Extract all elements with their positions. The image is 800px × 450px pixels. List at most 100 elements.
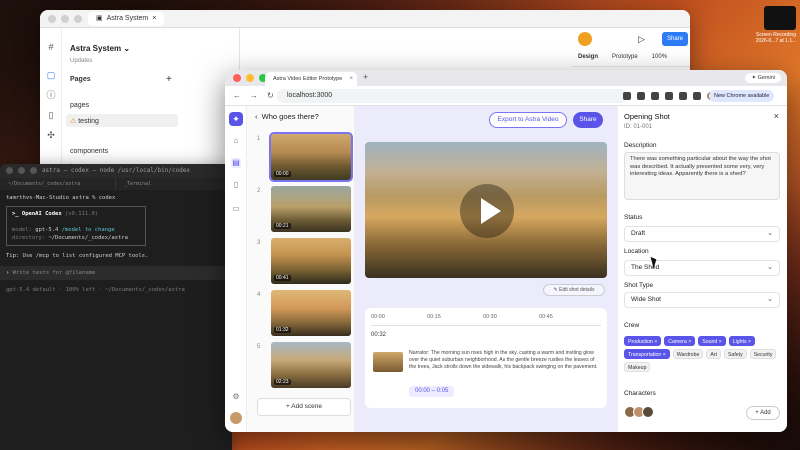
extension-icon[interactable]	[623, 92, 631, 100]
reload-icon[interactable]: ↻	[267, 91, 274, 100]
settings-icon[interactable]: ⚙	[231, 392, 241, 402]
crew-chip[interactable]: Production ×	[624, 336, 662, 346]
crew-chip[interactable]: Art	[706, 349, 721, 359]
desktop-file-label: Screen Recording 2026-0...7 at 1.1...	[755, 32, 797, 44]
gemini-button[interactable]: ✦ Gemini	[745, 73, 781, 83]
project-name[interactable]: Astra System ⌄	[70, 44, 130, 53]
crew-chip[interactable]: Wardrobe	[672, 349, 704, 359]
crew-label: Crew	[624, 322, 640, 329]
play-button[interactable]	[460, 184, 514, 238]
film-icon[interactable]: ▤	[231, 158, 241, 168]
scene-item[interactable]: 4 01:32	[251, 290, 351, 338]
close-icon[interactable]: ×	[349, 72, 353, 86]
close-icon[interactable]: ×	[774, 111, 779, 121]
astra-logo-icon[interactable]: ✦	[229, 112, 243, 126]
avatar[interactable]	[642, 406, 654, 418]
page-item[interactable]: pages	[70, 102, 89, 109]
folder-icon[interactable]: ▭	[231, 204, 241, 214]
scene-thumbnail: 00:41	[271, 238, 351, 284]
browser-titlebar: Astra Video Editor Prototype × + ✦ Gemin…	[225, 70, 787, 86]
share-button[interactable]: Share	[662, 32, 688, 46]
browser-window: Astra Video Editor Prototype × + ✦ Gemin…	[225, 70, 787, 432]
status-select[interactable]: Draft ⌄	[624, 226, 780, 242]
share-button[interactable]: Share	[573, 112, 603, 128]
preview-canvas: Export to Astra Video Share ✎ Edit shot …	[355, 106, 617, 432]
window-controls[interactable]	[48, 15, 82, 23]
divider	[572, 66, 690, 67]
timeline-panel: 00:00 00:15 00:30 00:45 00:32 Narrator: …	[365, 308, 607, 408]
app-nav-rail: ✦ ⌂ ▤ ▯ ▭ ⚙	[225, 106, 247, 432]
plugin-icon[interactable]: ✣	[46, 130, 56, 140]
page-item-testing[interactable]: ⚠ testing	[70, 117, 99, 125]
extension-icon[interactable]	[679, 92, 687, 100]
new-tab-icon[interactable]: +	[363, 72, 368, 82]
extension-icon[interactable]	[651, 92, 659, 100]
narration-text[interactable]: Narrator: The morning sun rises high in …	[409, 350, 601, 371]
add-page-icon[interactable]: +	[166, 74, 172, 85]
home-icon[interactable]: ⌂	[231, 136, 241, 146]
project-subtitle: Updates	[70, 58, 93, 64]
layer-item[interactable]: components	[70, 148, 108, 155]
update-chrome-button[interactable]: New Chrome available	[709, 90, 775, 102]
scene-item[interactable]: 1 00:00	[251, 132, 353, 182]
screen-recording-file-icon[interactable]	[764, 6, 796, 30]
zoom-level[interactable]: 100%	[652, 54, 667, 60]
close-icon[interactable]: ×	[152, 12, 156, 26]
edit-shot-details-button[interactable]: ✎ Edit shot details	[543, 284, 605, 296]
browser-tab[interactable]: Astra Video Editor Prototype ×	[265, 72, 357, 86]
codex-status-line: gpt-5.4 default · 100% left · ~/Document…	[6, 287, 185, 293]
terminal-output[interactable]: tamrthvs-Mac-Studio astra % codex >_ Ope…	[0, 190, 232, 298]
crew-chip[interactable]: Transportation ×	[624, 349, 670, 359]
url-field[interactable]: localhost:3000	[277, 89, 627, 103]
info-icon[interactable]: ⓘ	[46, 90, 56, 100]
scene-list-title: ‹ Who goes there?	[255, 112, 319, 121]
terminal-tab[interactable]: ~/Documents/_codex/astra	[0, 178, 116, 190]
tab-design[interactable]: Design	[578, 54, 598, 60]
export-button[interactable]: Export to Astra Video	[489, 112, 567, 128]
scene-item[interactable]: 3 00:41	[251, 238, 351, 286]
hash-icon[interactable]: #	[46, 42, 56, 52]
video-preview[interactable]	[365, 142, 607, 278]
extension-icon[interactable]	[665, 92, 673, 100]
crew-chip[interactable]: Camera ×	[664, 336, 696, 346]
play-icon[interactable]: ▷	[638, 34, 645, 45]
tab-prototype[interactable]: Prototype	[612, 54, 638, 60]
window-controls[interactable]	[6, 167, 37, 174]
crew-chip[interactable]: Makeup	[624, 362, 651, 372]
location-select[interactable]: The Shed ⌄	[624, 260, 780, 276]
crew-chips: Production × Camera × Sound × Lights × T…	[624, 336, 784, 372]
shot-type-select[interactable]: Wide Shot ⌄	[624, 292, 780, 308]
description-field[interactable]: There was something particular about the…	[624, 152, 780, 200]
bookmark-icon[interactable]: ▯	[231, 180, 241, 190]
shot-title: Opening Shot	[624, 112, 670, 121]
crew-chip[interactable]: Sound ×	[698, 336, 726, 346]
crew-chip[interactable]: Lights ×	[728, 336, 756, 346]
crew-chip[interactable]: Security	[749, 349, 777, 359]
terminal-window: astra — codex — node /usr/local/bin/code…	[0, 164, 232, 450]
video-editor-app: ✦ ⌂ ▤ ▯ ▭ ⚙ ‹ Who goes there? 1 00:00 2 …	[225, 106, 787, 432]
avatar[interactable]	[578, 32, 592, 46]
file-icon[interactable]: ▢	[46, 70, 56, 80]
design-tab[interactable]: ▣ Astra System ×	[88, 12, 165, 26]
back-icon[interactable]: ←	[233, 91, 241, 100]
back-icon[interactable]: ‹	[255, 112, 258, 121]
extension-icon[interactable]	[637, 92, 645, 100]
play-icon	[481, 198, 501, 224]
extension-icon[interactable]	[693, 92, 701, 100]
codex-input[interactable]: › Write tests for @filename	[0, 266, 232, 280]
scene-item[interactable]: 2 00:21	[251, 186, 351, 234]
avatar[interactable]	[230, 412, 242, 424]
scene-thumbnail: 00:00	[269, 132, 353, 182]
terminal-tab[interactable]: _Terminal	[116, 178, 232, 190]
add-scene-button[interactable]: + Add scene	[257, 398, 351, 416]
narration-time-range[interactable]: 00:00 – 0:05	[409, 386, 455, 397]
design-panel-tabs: Design Prototype 100%	[578, 54, 667, 60]
add-character-button[interactable]: + Add	[746, 406, 780, 420]
book-icon[interactable]: ▯	[46, 110, 56, 120]
window-controls[interactable]	[233, 74, 267, 82]
scene-item[interactable]: 5 02:23	[251, 342, 351, 390]
nav-buttons: ← → ↻	[233, 91, 274, 100]
crew-chip[interactable]: Safety	[723, 349, 747, 359]
forward-icon[interactable]: →	[250, 91, 258, 100]
description-label: Description	[624, 142, 657, 149]
